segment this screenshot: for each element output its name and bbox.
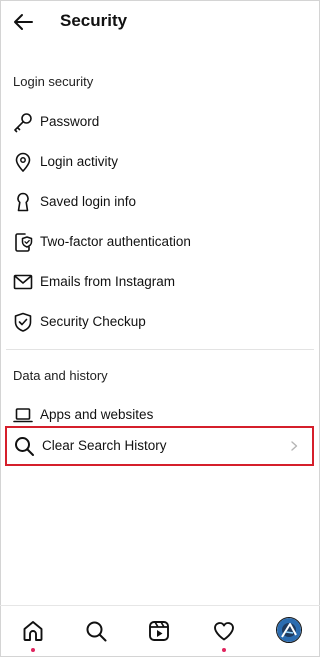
- location-pin-icon: [12, 151, 34, 173]
- emails-from-instagram-item[interactable]: Emails from Instagram: [0, 266, 320, 298]
- chevron-right-icon: [286, 438, 302, 454]
- home-icon: [23, 621, 43, 641]
- profile-avatar[interactable]: [276, 617, 302, 643]
- nav-search[interactable]: [83, 618, 109, 644]
- key-icon: [12, 111, 34, 133]
- reels-icon: [149, 621, 169, 641]
- two-factor-authentication-item[interactable]: Two-factor authentication: [0, 226, 320, 258]
- envelope-icon: [12, 271, 34, 293]
- section-title-login-security: Login security: [13, 74, 94, 89]
- back-button[interactable]: [10, 9, 36, 35]
- clear-search-history-item[interactable]: Clear Search History: [7, 428, 312, 464]
- nav-reels[interactable]: [146, 618, 172, 644]
- home-notification-dot: [31, 648, 35, 652]
- heart-icon: [214, 622, 234, 641]
- nav-home[interactable]: [20, 618, 46, 644]
- search-icon: [86, 621, 107, 642]
- phone-shield-icon: [12, 231, 34, 253]
- section-title-data-and-history: Data and history: [13, 368, 108, 383]
- activity-notification-dot: [222, 648, 226, 652]
- search-icon: [12, 434, 36, 458]
- clear-search-history-label: Clear Search History: [42, 438, 167, 453]
- security-checkup-label: Security Checkup: [40, 314, 146, 329]
- arrow-left-icon: [14, 14, 33, 30]
- login-activity-label: Login activity: [40, 154, 119, 169]
- header: Security: [0, 0, 320, 44]
- keyhole-icon: [12, 191, 34, 213]
- two-factor-authentication-label: Two-factor authentication: [40, 234, 191, 249]
- apps-and-websites-label: Apps and websites: [40, 407, 154, 422]
- page-title: Security: [60, 11, 128, 30]
- saved-login-info-item[interactable]: Saved login info: [0, 186, 320, 218]
- section-divider: [6, 349, 314, 350]
- emails-from-instagram-label: Emails from Instagram: [40, 274, 176, 289]
- nav-activity[interactable]: [211, 618, 237, 644]
- saved-login-info-label: Saved login info: [40, 194, 137, 209]
- shield-check-icon: [12, 311, 34, 333]
- bottom-navigation: [0, 606, 320, 657]
- login-activity-item[interactable]: Login activity: [0, 146, 320, 178]
- password-item[interactable]: Password: [0, 106, 320, 138]
- security-checkup-item[interactable]: Security Checkup: [0, 306, 320, 338]
- laptop-icon: [12, 404, 34, 426]
- password-label: Password: [40, 114, 100, 129]
